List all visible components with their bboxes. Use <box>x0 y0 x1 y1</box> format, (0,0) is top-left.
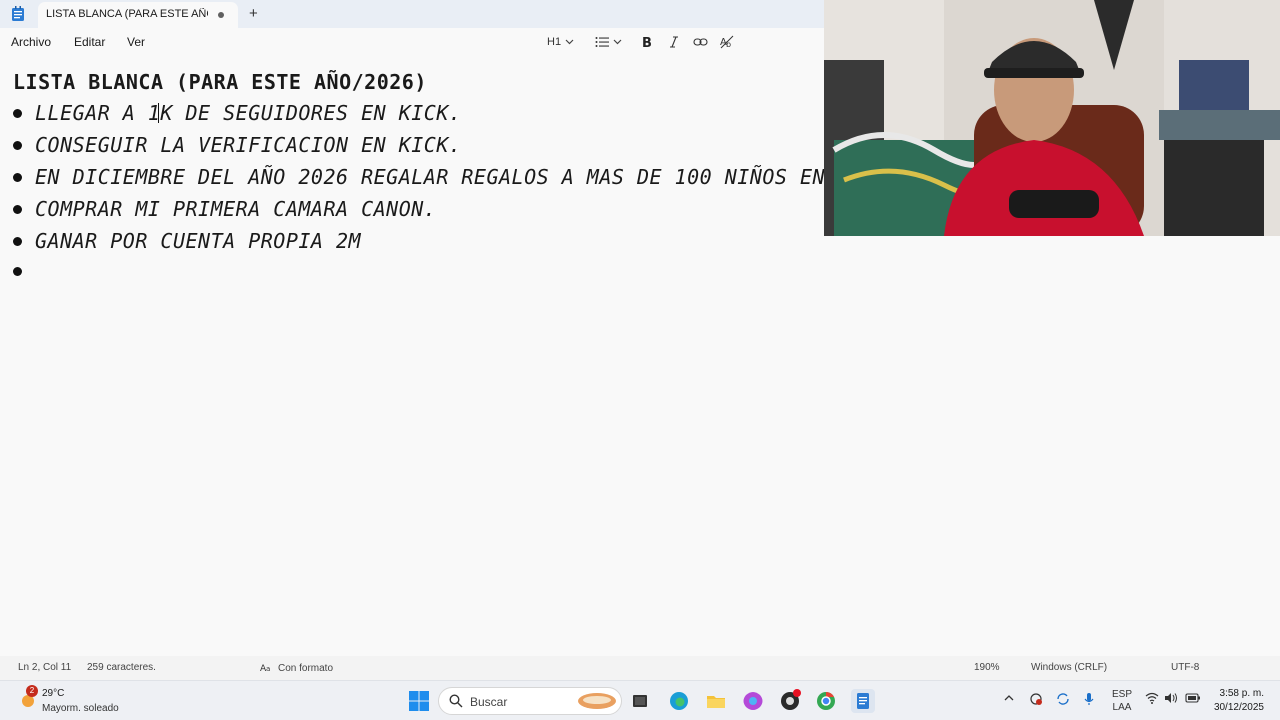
list-item-text: GANAR POR CUENTA PROPIA 2M <box>35 229 362 253</box>
chevron-down-icon <box>613 39 622 45</box>
chrome-browser-icon[interactable] <box>814 689 838 713</box>
italic-button[interactable] <box>668 33 680 51</box>
notification-badge: 2 <box>26 685 38 697</box>
bold-button[interactable]: B <box>641 33 653 51</box>
zoom-level[interactable]: 190% <box>974 662 1000 673</box>
bullet-icon <box>13 141 22 150</box>
bulleted-list-icon <box>595 36 609 48</box>
webcam-overlay <box>824 0 1280 236</box>
line-ending[interactable]: Windows (CRLF) <box>1031 662 1107 673</box>
svg-text:a: a <box>266 665 270 672</box>
cursor-position: Ln 2, Col 11 <box>18 662 72 673</box>
document-tab[interactable]: LISTA BLANCA (PARA ESTE AÑO202 <box>38 2 238 28</box>
list-item-text: CONSEGUIR LA VERIFICACION EN KICK. <box>35 133 462 157</box>
clock-date: 30/12/2025 <box>1213 702 1264 713</box>
list-dropdown[interactable] <box>595 33 622 51</box>
document-heading[interactable]: LISTA BLANCA (PARA ESTE AÑO/2026) <box>13 70 427 94</box>
menu-archivo[interactable]: Archivo <box>11 35 51 49</box>
heading-dropdown[interactable]: H1 <box>547 33 574 51</box>
bullet-icon <box>13 205 22 214</box>
weather-widget[interactable]: 2 29°C Mayorm. soleado <box>16 685 156 717</box>
link-icon <box>693 37 708 47</box>
language-code: ESP <box>1112 689 1133 700</box>
microphone-icon[interactable] <box>1083 692 1095 709</box>
list-item-text: EN DICIEMBRE DEL AÑO 2026 REGALAR REGALO… <box>35 165 826 189</box>
battery-icon[interactable] <box>1185 692 1201 707</box>
weather-description: Mayorm. soleado <box>42 703 119 714</box>
edge-browser-icon[interactable] <box>667 689 691 713</box>
search-icon <box>449 694 463 713</box>
wifi-icon[interactable] <box>1145 692 1159 707</box>
system-clock[interactable]: 3:58 p. m. 30/12/2025 <box>1214 687 1264 715</box>
italic-icon <box>668 35 680 49</box>
search-highlight-icon <box>577 691 617 716</box>
weather-temperature: 29°C <box>42 688 65 699</box>
heading-label: H1 <box>547 36 562 48</box>
bold-icon: B <box>641 35 653 49</box>
text-format-icon: Aa <box>260 662 272 675</box>
format-status[interactable]: Aa Con formato <box>260 662 333 675</box>
obs-recording-icon[interactable] <box>778 689 802 713</box>
svg-text:B: B <box>642 36 652 49</box>
list-item-text: LLEGAR A 1K DE SEGUIDORES EN KICK. <box>35 101 462 125</box>
link-button[interactable] <box>693 33 708 51</box>
text-caret <box>158 103 159 123</box>
menu-ver[interactable]: Ver <box>127 35 145 49</box>
bullet-icon <box>13 109 22 118</box>
search-placeholder: Buscar <box>470 695 508 709</box>
task-view-icon[interactable] <box>628 689 652 713</box>
taskbar-search[interactable]: Buscar <box>438 687 622 715</box>
volume-icon[interactable] <box>1164 692 1178 707</box>
new-tab-plus-icon[interactable]: + <box>249 5 258 22</box>
notepad-app-icon <box>11 6 25 22</box>
list-item[interactable] <box>13 256 1273 288</box>
tab-title: LISTA BLANCA (PARA ESTE AÑO202 <box>46 8 208 20</box>
sync-icon[interactable] <box>1055 692 1071 709</box>
encoding[interactable]: UTF-8 <box>1171 662 1199 673</box>
character-count: 259 caracteres. <box>87 662 156 673</box>
clear-formatting-button[interactable]: Ab <box>720 33 734 51</box>
bullet-icon <box>13 237 22 246</box>
input-language[interactable]: ESP LAA <box>1112 688 1132 714</box>
menu-editar[interactable]: Editar <box>74 35 105 49</box>
format-label: Con formato <box>278 663 334 674</box>
keyboard-layout: LAA <box>1112 702 1132 713</box>
file-explorer-icon[interactable] <box>704 689 728 713</box>
status-bar: Ln 2, Col 11 259 caracteres. Aa Con form… <box>0 656 1280 680</box>
taskbar: 2 29°C Mayorm. soleado Buscar ESP LAA 3:… <box>0 680 1280 720</box>
unsaved-dot-icon[interactable] <box>218 12 224 18</box>
clear-formatting-icon: Ab <box>720 35 734 49</box>
chevron-down-icon <box>565 39 574 45</box>
bullet-icon <box>13 173 22 182</box>
notepad-taskbar-icon[interactable] <box>851 689 875 713</box>
onedrive-icon[interactable] <box>1028 692 1044 709</box>
svg-text:b: b <box>726 40 731 49</box>
list-item-text: COMPRAR MI PRIMERA CAMARA CANON. <box>35 197 437 221</box>
show-hidden-icons-chevron-icon[interactable] <box>1003 692 1015 707</box>
copilot-icon[interactable] <box>741 689 765 713</box>
clock-time: 3:58 p. m. <box>1219 688 1264 699</box>
bullet-icon <box>13 267 22 276</box>
windows-start-icon[interactable] <box>407 689 431 713</box>
